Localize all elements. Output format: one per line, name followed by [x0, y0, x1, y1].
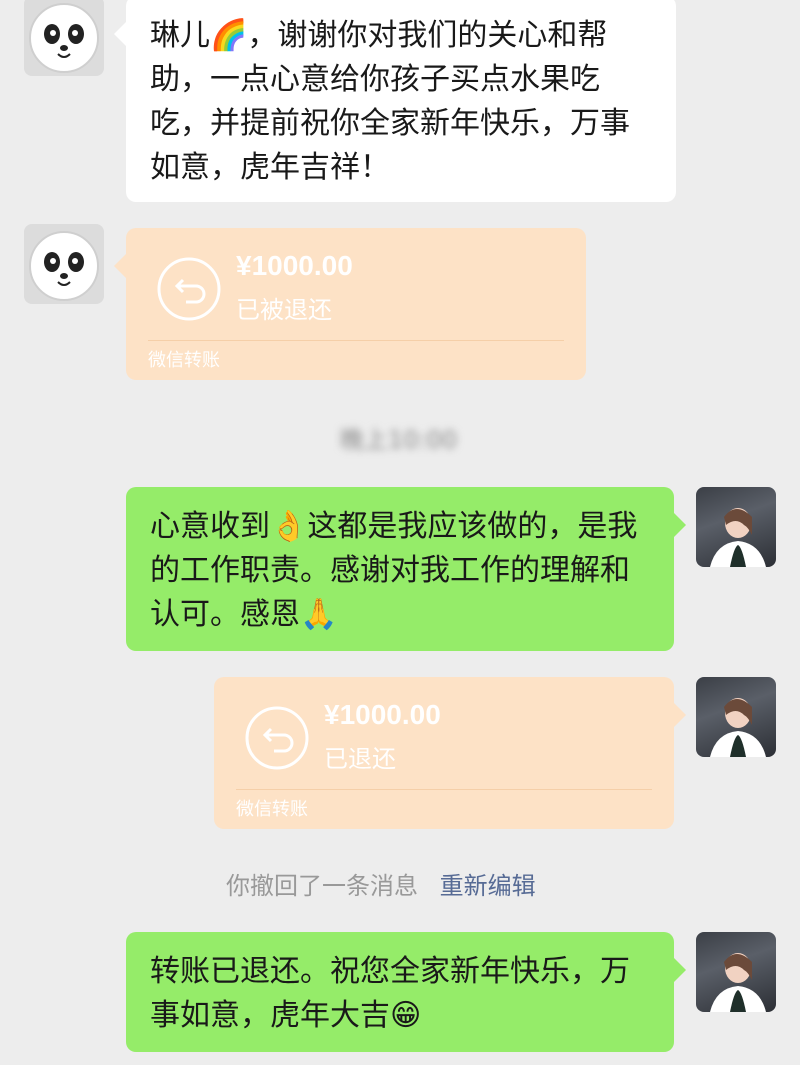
transfer-footer: 微信转账 [236, 799, 308, 820]
transfer-amount: ¥1000.00 [324, 699, 441, 730]
card-divider [236, 789, 652, 790]
user-photo-icon [710, 953, 766, 1012]
recall-text: 你撤回了一条消息 [226, 872, 418, 900]
bubble-tail [674, 958, 686, 982]
avatar-contact[interactable] [24, 0, 104, 76]
message-text: 琳儿🌈，谢谢你对我们的关心和帮助，一点心意给你孩子买点水果吃吃，并提前祝你全家新… [150, 18, 630, 185]
card-divider [148, 340, 564, 341]
avatar-contact[interactable] [24, 224, 104, 304]
user-photo-icon [710, 698, 766, 757]
panda-avatar-icon [29, 231, 99, 301]
transfer-footer: 微信转账 [148, 350, 220, 371]
transfer-card-sent[interactable]: ¥1000.00 已退还 微信转账 [214, 677, 686, 829]
avatar-self[interactable] [696, 677, 776, 757]
message-bubble-sent[interactable]: 心意收到👌这都是我应该做的，是我的工作职责。感谢对我工作的理解和认可。感恩🙏 [126, 487, 686, 651]
re-edit-link[interactable]: 重新编辑 [440, 872, 536, 900]
transfer-returned-icon [157, 257, 221, 321]
avatar-self[interactable] [696, 932, 776, 1012]
bubble-tail [674, 703, 686, 727]
transfer-status: 已被退还 [236, 296, 332, 324]
user-photo-icon [710, 508, 766, 567]
message-bubble-received[interactable]: 琳儿🌈，谢谢你对我们的关心和帮助，一点心意给你孩子买点水果吃吃，并提前祝你全家新… [114, 0, 676, 202]
transfer-status: 已退还 [324, 745, 396, 773]
message-bubble-sent[interactable]: 转账已退还。祝您全家新年快乐，万事如意，虎年大吉😁 [126, 932, 686, 1052]
recall-notice: 你撤回了一条消息 重新编辑 [226, 866, 536, 901]
bubble-tail [114, 254, 126, 278]
transfer-card-received[interactable]: ¥1000.00 已被退还 微信转账 [114, 228, 586, 380]
timestamp: 晚上10:00 [340, 426, 458, 454]
message-text: 转账已退还。祝您全家新年快乐，万事如意，虎年大吉😁 [150, 954, 630, 1033]
bubble-tail [114, 22, 126, 46]
transfer-returned-icon [245, 706, 309, 770]
panda-avatar-icon [29, 3, 99, 73]
avatar-self[interactable] [696, 487, 776, 567]
message-text: 心意收到👌这都是我应该做的，是我的工作职责。感谢对我工作的理解和认可。感恩🙏 [150, 509, 638, 632]
bubble-tail [674, 513, 686, 537]
transfer-amount: ¥1000.00 [236, 250, 353, 281]
